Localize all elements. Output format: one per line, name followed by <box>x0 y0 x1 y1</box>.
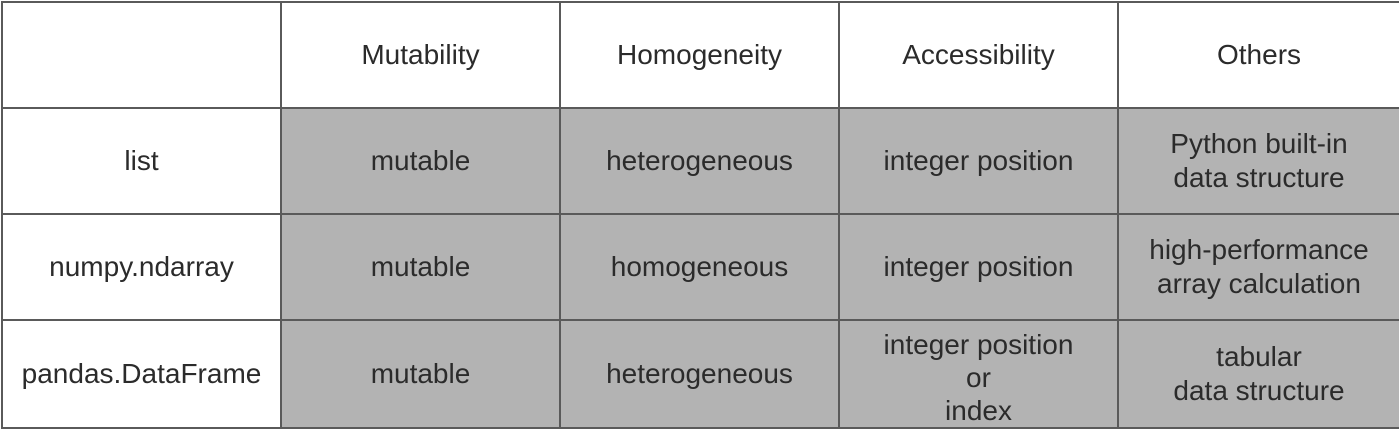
header-homogeneity: Homogeneity <box>561 3 840 109</box>
ndarray-accessibility-cell: integer position <box>840 215 1119 321</box>
dataframe-others-cell: tabular data structure <box>1119 321 1399 427</box>
list-homogeneity-cell: heterogeneous <box>561 109 840 215</box>
ndarray-mutability-cell: mutable <box>282 215 561 321</box>
list-others-cell: Python built-in data structure <box>1119 109 1399 215</box>
header-accessibility: Accessibility <box>840 3 1119 109</box>
header-corner-cell <box>3 3 282 109</box>
header-others: Others <box>1119 3 1399 109</box>
ndarray-others-cell: high-performance array calculation <box>1119 215 1399 321</box>
dataframe-accessibility-cell: integer position or index <box>840 321 1119 427</box>
row-label-list: list <box>3 109 282 215</box>
list-accessibility-cell: integer position <box>840 109 1119 215</box>
list-mutability-cell: mutable <box>282 109 561 215</box>
comparison-table: Mutability Homogeneity Accessibility Oth… <box>1 1 1399 429</box>
ndarray-homogeneity-cell: homogeneous <box>561 215 840 321</box>
dataframe-mutability-cell: mutable <box>282 321 561 427</box>
header-mutability: Mutability <box>282 3 561 109</box>
dataframe-homogeneity-cell: heterogeneous <box>561 321 840 427</box>
row-label-numpy-ndarray: numpy.ndarray <box>3 215 282 321</box>
row-label-pandas-dataframe: pandas.DataFrame <box>3 321 282 427</box>
